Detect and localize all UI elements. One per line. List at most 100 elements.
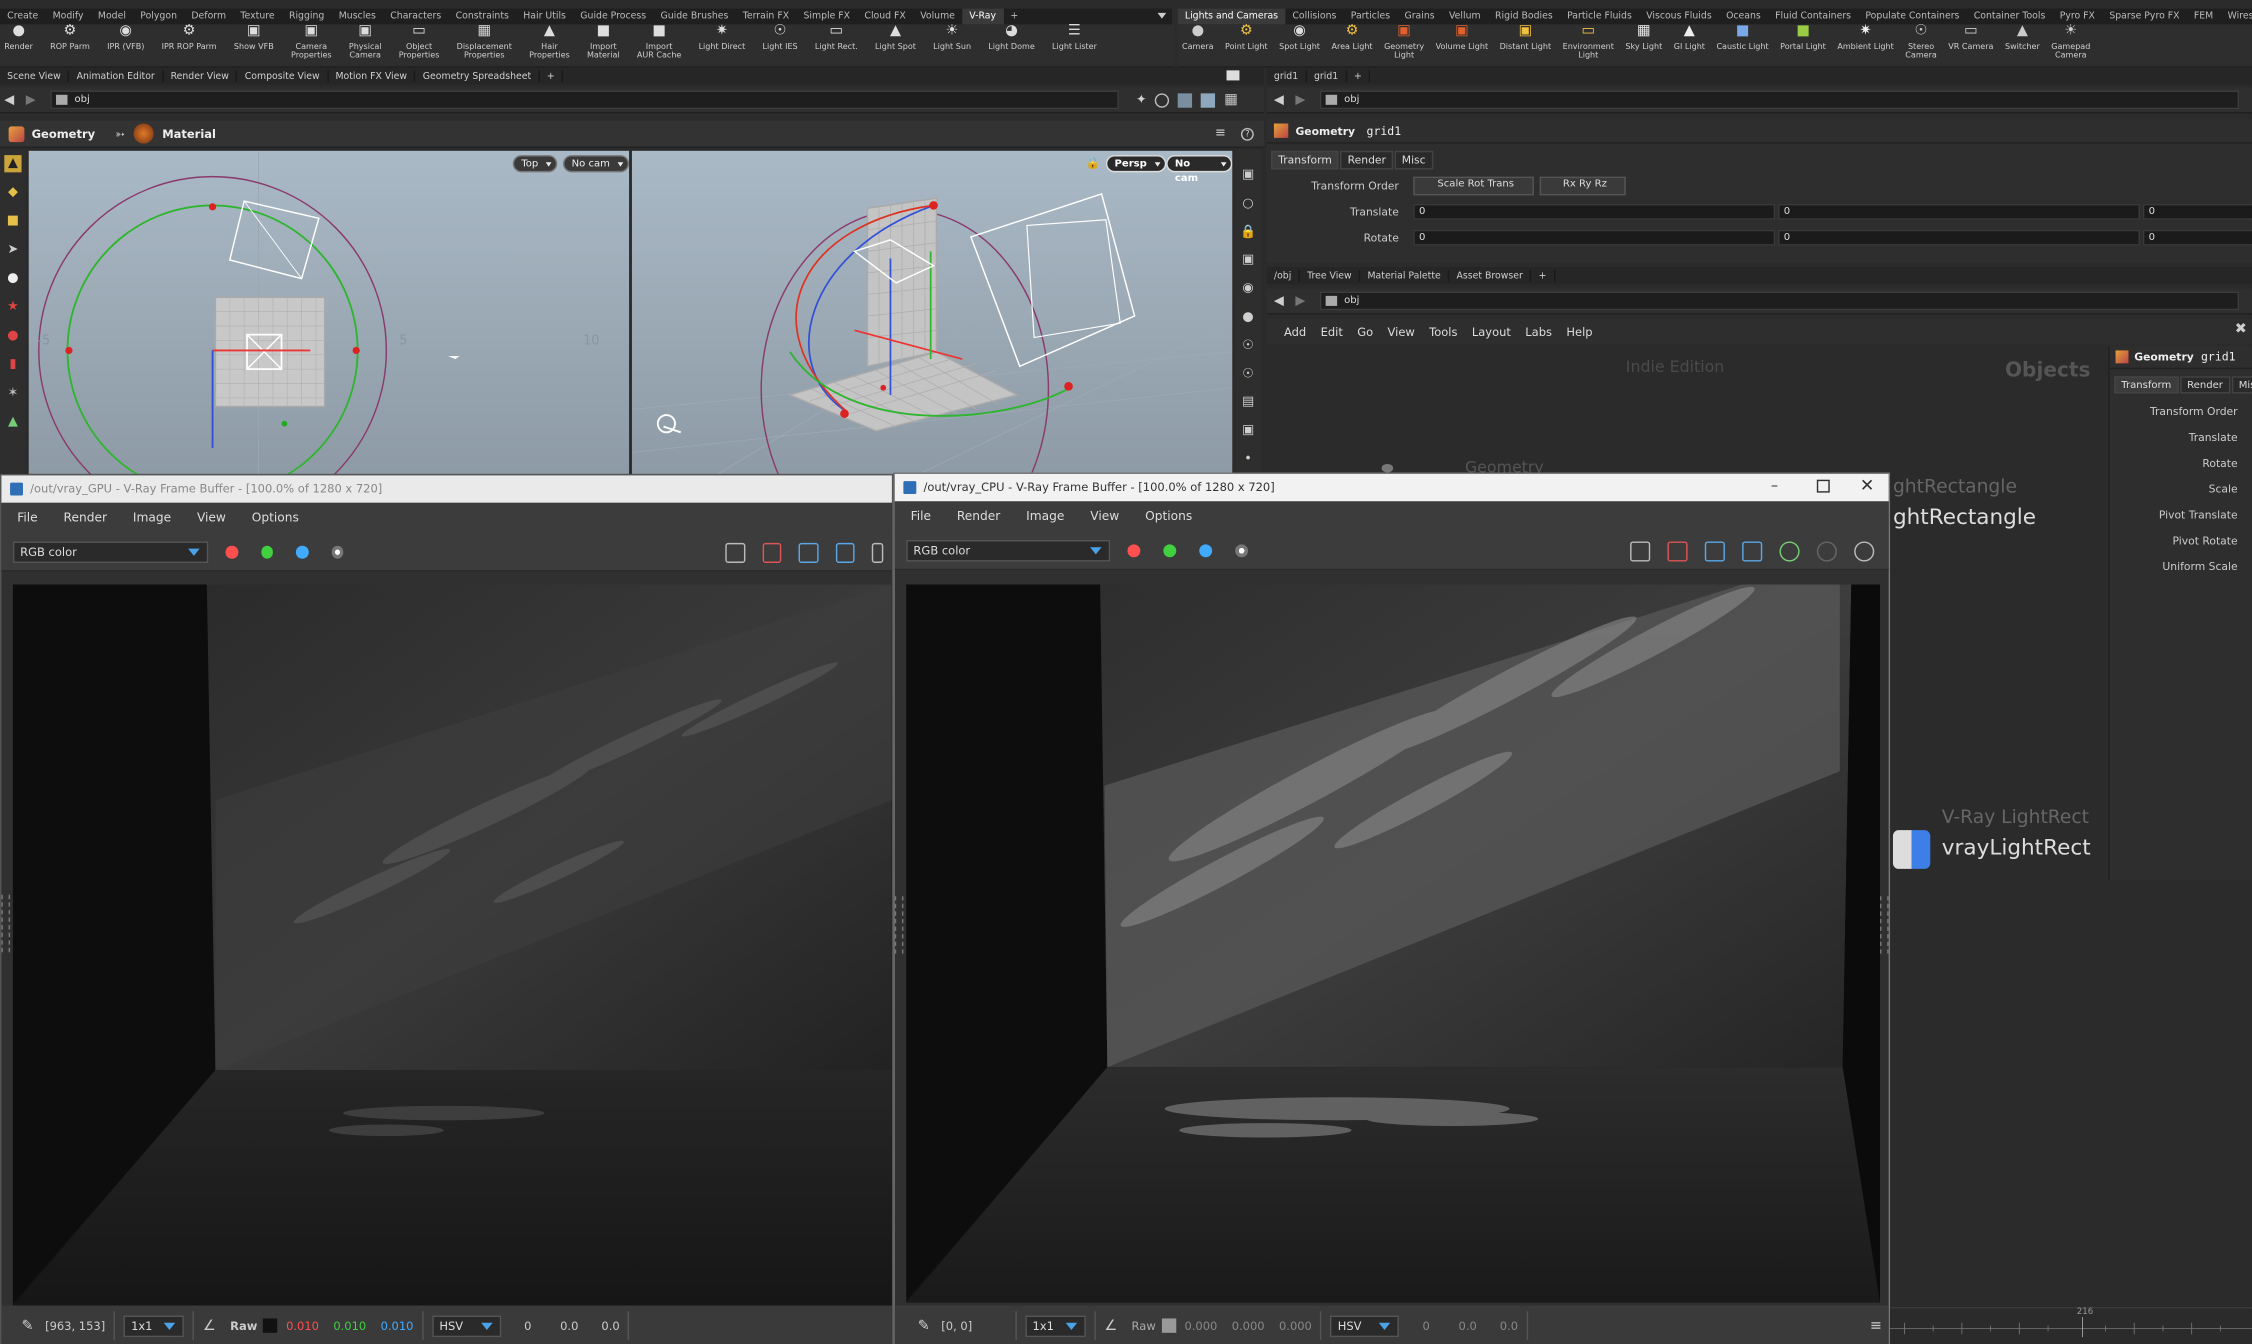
display-wire-icon[interactable]: ▤ (1239, 394, 1256, 411)
geometry-node-icon[interactable] (1381, 463, 1394, 473)
forward-arrow-icon-right[interactable]: ▶ (1295, 93, 1305, 107)
tool-camera-props[interactable]: ▣ Camera Properties (287, 23, 336, 66)
vfb-cpu-menu-options[interactable]: Options (1135, 510, 1202, 524)
vfb-cpu-menu-render[interactable]: Render (947, 510, 1011, 524)
translate-x-field[interactable]: 0 (1413, 203, 1776, 220)
tool-light-lister[interactable]: ☰ Light Lister (1048, 23, 1102, 66)
translate-y-field[interactable]: 0 (1778, 203, 2140, 220)
network-tools-icon[interactable]: ✖ (2235, 322, 2247, 338)
tool-icon[interactable] (1178, 92, 1193, 107)
maximize-button[interactable] (1816, 479, 1830, 493)
vfb-gpu-channel-select[interactable]: RGB color (12, 541, 209, 563)
track-mouse-icon[interactable] (835, 542, 855, 563)
cpu-ipr-icon[interactable] (1779, 540, 1800, 561)
gpu-colorspace-select[interactable]: HSV (432, 1314, 502, 1337)
vfb-cpu-menu-file[interactable]: File (901, 510, 942, 524)
rotate-tool-icon[interactable]: ■ (4, 213, 21, 230)
display-bg-icon[interactable]: ▣ (1239, 423, 1256, 440)
tool-light-spot[interactable]: ▲ Light Spot (871, 23, 921, 66)
tool-portal-light[interactable]: ■ Portal Light (1776, 23, 1830, 66)
display-ghost-icon[interactable]: ○ (1239, 195, 1256, 212)
network-menu-edit[interactable]: Edit (1321, 325, 1343, 338)
param-tab-misc[interactable]: Misc (1394, 150, 1433, 169)
alpha-channel-icon[interactable] (331, 545, 344, 559)
rotate-z-field[interactable]: 0 (2142, 229, 2252, 246)
top-view-menu[interactable]: Top (512, 155, 557, 173)
persp-view-menu[interactable]: Persp (1105, 155, 1166, 173)
cpu-raw-pick-icon[interactable]: ∠ (1104, 1318, 1117, 1334)
pane-tab-animation-editor-1[interactable]: Animation Editor (69, 70, 164, 82)
region-render-icon[interactable] (799, 542, 819, 563)
render-icon-gpu[interactable] (872, 542, 884, 563)
pane-tab-right---2[interactable]: + (1347, 70, 1371, 82)
mini-param-tab-misc[interactable]: Misc (2231, 376, 2252, 394)
vfb-gpu-menu-view[interactable]: View (187, 511, 236, 525)
vfb-cpu-titlebar[interactable]: /out/vray_CPU - V-Ray Frame Buffer - [10… (894, 473, 1889, 502)
cpu-green-channel-icon[interactable] (1163, 544, 1177, 558)
geometry-context-label[interactable]: Geometry (32, 127, 96, 140)
display-more-icon[interactable]: • (1239, 451, 1256, 468)
pane-tab-render-view-2[interactable]: Render View (163, 70, 238, 82)
tool-stereo-camera[interactable]: ☉ Stereo Camera (1901, 23, 1941, 66)
display-lock-icon[interactable]: 🔒 (1239, 224, 1256, 241)
pin-icon[interactable]: ✦ (1136, 93, 1147, 107)
display-shading-icon[interactable]: ◉ (1239, 280, 1256, 297)
select-tool-icon[interactable]: ▲ (4, 155, 22, 173)
save-image-icon[interactable] (725, 542, 746, 563)
cpu-red-channel-icon[interactable] (1127, 544, 1141, 558)
param-tab-transform[interactable]: Transform (1271, 150, 1340, 169)
network-tab--obj-0[interactable]: /obj (1267, 270, 1300, 282)
pane-tab-right-grid1-0[interactable]: grid1 (1267, 70, 1307, 82)
vfb-gpu-menu-options[interactable]: Options (242, 511, 309, 525)
shelf-tab-fem[interactable]: FEM (2187, 9, 2221, 25)
persp-cam-menu[interactable]: No cam (1166, 155, 1233, 184)
pane-tab-motion-fx-view-4[interactable]: Motion FX View (328, 70, 416, 82)
translate-z-field[interactable]: 0 (2142, 203, 2252, 220)
cpu-save-image-icon[interactable] (1630, 540, 1651, 561)
tool-vr-camera[interactable]: ▭ VR Camera (1944, 23, 1998, 66)
close-button[interactable]: ✕ (1860, 475, 1874, 495)
display-icon[interactable] (1201, 92, 1216, 107)
gpu-raw-pick-icon[interactable]: ∠ (203, 1318, 216, 1334)
tool-ipr-rop[interactable]: ⚙ IPR ROP Parm (157, 23, 221, 66)
vfb-gpu-menu-render[interactable]: Render (53, 511, 117, 525)
tool-geometry-light[interactable]: ▣ Geometry Light (1380, 23, 1429, 66)
vfb-gpu-menu-image[interactable]: Image (123, 511, 181, 525)
persp-viewport[interactable]: 🔒 Persp No cam (631, 150, 1233, 474)
tool-ipr-vfb[interactable]: ◉ IPR (VFB) (103, 23, 149, 66)
vfb-gpu-menu-file[interactable]: File (7, 511, 48, 525)
shelf-tab-sparse-pyro-fx[interactable]: Sparse Pyro FX (2102, 9, 2187, 25)
network-menu-view[interactable]: View (1388, 325, 1415, 338)
display-point-icon[interactable]: ☉ (1239, 337, 1256, 354)
magnet-tool-icon[interactable]: ✶ (4, 385, 21, 402)
tool-show-vfb[interactable]: ▣ Show VFB (230, 23, 278, 66)
tool-volume-light[interactable]: ▣ Volume Light (1431, 23, 1492, 66)
cpu-zoom-select[interactable]: 1x1 (1025, 1314, 1086, 1337)
display-camera-icon[interactable]: ▣ (1239, 252, 1256, 269)
pose-tool-icon[interactable]: ● (4, 327, 21, 344)
network-tab-asset-browser-3[interactable]: Asset Browser (1449, 270, 1532, 282)
handle-tool-icon[interactable]: ★ (4, 299, 21, 316)
vfb-cpu-left-splitter[interactable] (894, 896, 904, 954)
viewport-settings-icon[interactable]: ≡ (1215, 126, 1226, 140)
forward-arrow-icon[interactable]: ▶ (26, 93, 36, 107)
view-tool-icon[interactable]: ▲ (4, 414, 21, 431)
tool-light-ies[interactable]: ☉ Light IES (758, 23, 802, 66)
display-snap-icon[interactable]: ▣ (1239, 167, 1256, 184)
pane-layout-icon[interactable] (1226, 70, 1240, 81)
network-menu-tools[interactable]: Tools (1429, 325, 1457, 338)
top-cam-menu[interactable]: No cam (562, 155, 629, 173)
path-field[interactable]: obj (50, 90, 1119, 110)
cpu-render-icon[interactable] (1854, 540, 1875, 561)
shelf-tab-wires[interactable]: Wires (2220, 9, 2252, 25)
display-light-icon[interactable]: ● (1239, 309, 1256, 326)
vray-light-node-icon[interactable] (1892, 830, 1931, 869)
vray-light-node-name[interactable]: vrayLightRect (1942, 834, 2091, 860)
brush-tool-icon[interactable]: ▮ (4, 356, 21, 373)
param-tab-render[interactable]: Render (1340, 150, 1394, 169)
cpu-track-mouse-icon[interactable] (1742, 540, 1763, 561)
green-channel-icon[interactable] (260, 545, 274, 559)
cpu-history-icon[interactable]: ≡ (1870, 1318, 1882, 1334)
tool-caustic-light[interactable]: ■ Caustic Light (1712, 23, 1773, 66)
view-options-icon[interactable] (1155, 92, 1170, 107)
